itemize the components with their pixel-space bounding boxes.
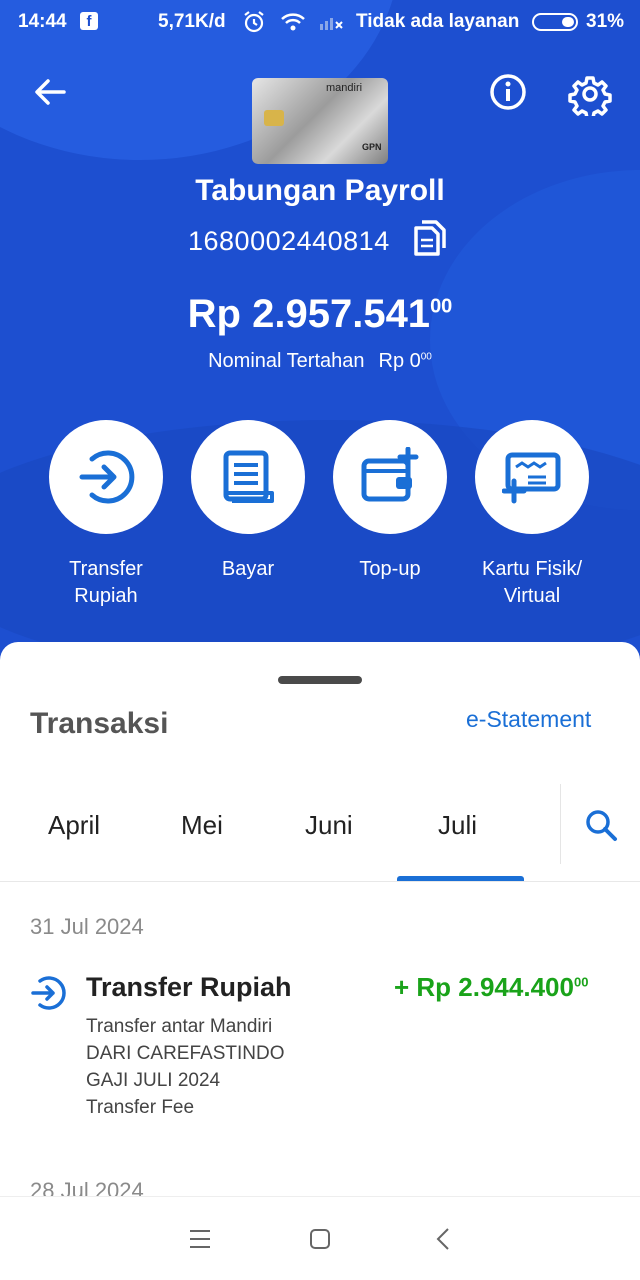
battery-percent: 31%: [586, 11, 625, 32]
drag-handle[interactable]: [278, 676, 362, 684]
date-header: 31 Jul 2024: [30, 914, 144, 939]
action-circle[interactable]: [475, 420, 589, 534]
alarm-icon: [244, 11, 264, 33]
action-label-line: Virtual: [503, 585, 561, 607]
account-balance: Rp 2.957.54100: [0, 292, 640, 337]
held-balance: Nominal Tertahan Rp 000: [0, 350, 640, 373]
status-bar: 14:44 f 5,71K/d Tidak ada layanan 31%: [0, 0, 640, 44]
tab-divider: [560, 784, 561, 864]
transaction-detail: DARI CAREFASTINDO: [86, 1043, 285, 1064]
transaction-detail: Transfer Fee: [86, 1097, 195, 1118]
balance-amount: Rp 2.957.541: [187, 292, 431, 336]
transaction-title[interactable]: Transfer Rupiah: [86, 972, 292, 1003]
action-label: Kartu Fisik/ Virtual: [472, 556, 592, 610]
account-card-image: mandiri GPN: [252, 78, 388, 164]
tab-juni[interactable]: Juni: [305, 810, 353, 841]
action-label-line: Kartu Fisik/: [481, 558, 583, 580]
signal-off-icon: [320, 18, 343, 30]
account-number: 1680002440814: [188, 226, 390, 256]
home-icon[interactable]: [302, 1221, 338, 1257]
tab-april[interactable]: April: [48, 810, 100, 841]
action-circle[interactable]: [333, 420, 447, 534]
action-label-line: Rupiah: [74, 585, 138, 607]
action-label: Bayar: [188, 556, 308, 583]
held-label: Nominal Tertahan: [208, 350, 365, 372]
divider: [0, 881, 640, 882]
held-amount: Rp 0: [378, 350, 421, 372]
transaction-detail: Transfer antar Mandiri: [86, 1016, 273, 1037]
action-label-line: Transfer: [69, 558, 143, 580]
card-chip: [264, 110, 284, 126]
info-icon[interactable]: [488, 72, 528, 112]
transfer-icon: [31, 976, 66, 1010]
card-add-icon: [502, 452, 561, 504]
tab-mei[interactable]: Mei: [181, 810, 223, 841]
action-bayar[interactable]: Bayar: [188, 420, 308, 583]
action-transfer-rupiah[interactable]: Transfer Rupiah: [46, 420, 166, 610]
transfer-icon: [79, 450, 135, 504]
action-label: Transfer Rupiah: [46, 556, 166, 610]
action-label-line: Top-up: [359, 558, 421, 580]
action-circle[interactable]: [49, 420, 163, 534]
menu-icon[interactable]: [182, 1221, 218, 1257]
wallet-topup-icon: [361, 447, 419, 502]
action-kartu-fisik-virtual[interactable]: Kartu Fisik/ Virtual: [472, 420, 592, 610]
transaction-amount: + Rp 2.944.40000: [394, 972, 588, 1003]
transaction-amount-value: + Rp 2.944.400: [394, 972, 574, 1002]
card-network: GPN: [362, 142, 382, 152]
balance-cents: 00: [430, 295, 453, 318]
date-header: 28 Jul 2024: [30, 1178, 144, 1196]
battery-icon: [532, 13, 578, 31]
held-cents: 00: [420, 351, 432, 363]
transaction-amount-cents: 00: [573, 974, 589, 990]
gear-icon[interactable]: [568, 72, 612, 116]
bill-icon: [223, 450, 274, 503]
action-circle[interactable]: [191, 420, 305, 534]
wifi-icon: [281, 13, 305, 31]
transaction-detail: GAJI JULI 2024: [86, 1070, 221, 1091]
status-time: 14:44: [18, 11, 67, 32]
system-navigation-bar: [0, 1196, 640, 1280]
back-arrow-icon[interactable]: [30, 72, 70, 112]
tab-juli[interactable]: Juli: [438, 810, 477, 841]
transactions-title: Transaksi: [30, 707, 169, 740]
carrier-status: Tidak ada layanan: [356, 11, 520, 32]
search-icon[interactable]: [584, 808, 618, 842]
action-topup[interactable]: Top-up: [330, 420, 450, 583]
facebook-notification-icon: f: [80, 12, 98, 30]
network-speed: 5,71K/d: [158, 11, 226, 32]
back-icon[interactable]: [426, 1221, 462, 1257]
card-brand: mandiri: [326, 82, 363, 94]
action-label-line: Bayar: [221, 558, 275, 580]
account-name: Tabungan Payroll: [195, 174, 445, 207]
copy-icon[interactable]: [412, 220, 448, 258]
action-label: Top-up: [330, 556, 450, 583]
e-statement-link[interactable]: e-Statement: [466, 706, 591, 733]
